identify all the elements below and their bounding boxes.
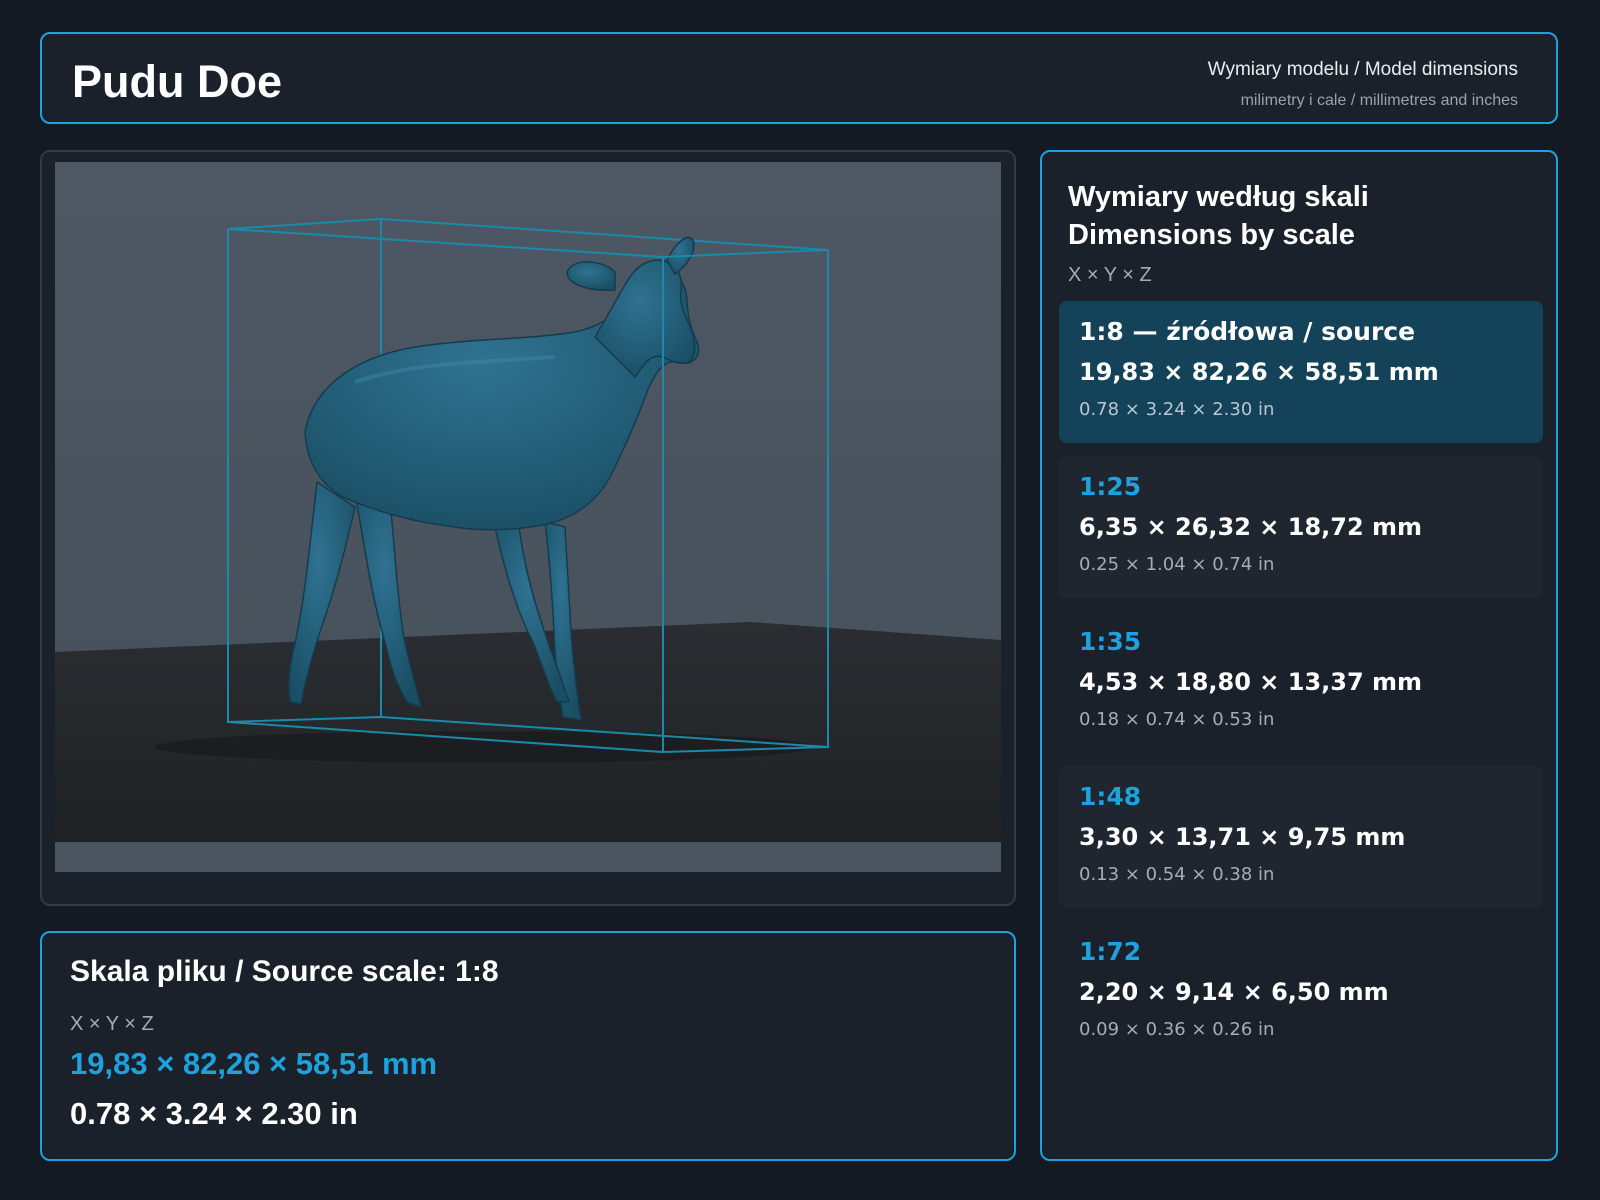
scale-mm: 2,20 × 9,14 × 6,50 mm bbox=[1079, 978, 1389, 1006]
scale-inch: 0.13 × 0.54 × 0.38 in bbox=[1079, 864, 1275, 885]
scale-card-1-72[interactable]: 1:72 2,20 × 9,14 × 6,50 mm 0.09 × 0.36 ×… bbox=[1059, 921, 1543, 1063]
model-shadow bbox=[155, 731, 815, 763]
source-mm-dimensions: 19,83 × 82,26 × 58,51 mm bbox=[70, 1046, 438, 1081]
model-render bbox=[55, 162, 1001, 872]
scale-inch: 0.25 × 1.04 × 0.74 in bbox=[1079, 554, 1275, 575]
scale-card-1-8[interactable]: 1:8 — źródłowa / source 19,83 × 82,26 × … bbox=[1059, 301, 1543, 443]
scale-ratio: 1:25 bbox=[1079, 472, 1142, 501]
scale-mm: 6,35 × 26,32 × 18,72 mm bbox=[1079, 513, 1423, 541]
source-axes-label: X × Y × Z bbox=[70, 1013, 154, 1035]
scale-ratio: 1:72 bbox=[1079, 937, 1142, 966]
model-viewer bbox=[40, 150, 1016, 906]
scales-title-pl: Wymiary według skali bbox=[1068, 181, 1369, 213]
scale-ratio: 1:8 — źródłowa / source bbox=[1079, 317, 1416, 346]
scale-card-1-48[interactable]: 1:48 3,30 × 13,71 × 9,75 mm 0.13 × 0.54 … bbox=[1059, 766, 1543, 908]
source-scale-title: Skala pliku / Source scale: 1:8 bbox=[70, 955, 499, 988]
scale-mm: 4,53 × 18,80 × 13,37 mm bbox=[1079, 668, 1423, 696]
scales-panel: Wymiary według skali Dimensions by scale… bbox=[1040, 150, 1558, 1161]
scales-axes-label: X × Y × Z bbox=[1068, 264, 1152, 286]
page-title: Pudu Doe bbox=[72, 56, 282, 107]
header-units: milimetry i cale / millimetres and inche… bbox=[1240, 92, 1518, 109]
scales-panel-title: Wymiary według skali Dimensions by scale bbox=[1068, 178, 1369, 254]
viewport-bottom-strip bbox=[55, 842, 1001, 872]
scale-inch: 0.78 × 3.24 × 2.30 in bbox=[1079, 399, 1275, 420]
scale-inch: 0.18 × 0.74 × 0.53 in bbox=[1079, 709, 1275, 730]
header-bar: Pudu Doe Wymiary modelu / Model dimensio… bbox=[40, 32, 1558, 124]
scale-ratio: 1:35 bbox=[1079, 627, 1142, 656]
scale-ratio: 1:48 bbox=[1079, 782, 1142, 811]
scale-inch: 0.09 × 0.36 × 0.26 in bbox=[1079, 1019, 1275, 1040]
scale-mm: 19,83 × 82,26 × 58,51 mm bbox=[1079, 358, 1439, 386]
scales-title-en: Dimensions by scale bbox=[1068, 219, 1355, 251]
header-subtitle: Wymiary modelu / Model dimensions bbox=[1207, 59, 1518, 80]
scale-mm: 3,30 × 13,71 × 9,75 mm bbox=[1079, 823, 1406, 851]
scale-card-1-35[interactable]: 1:35 4,53 × 18,80 × 13,37 mm 0.18 × 0.74… bbox=[1059, 611, 1543, 753]
model-viewport[interactable] bbox=[55, 162, 1001, 872]
scale-card-1-25[interactable]: 1:25 6,35 × 26,32 × 18,72 mm 0.25 × 1.04… bbox=[1059, 456, 1543, 598]
source-scale-panel: Skala pliku / Source scale: 1:8 X × Y × … bbox=[40, 931, 1016, 1161]
source-inch-dimensions: 0.78 × 3.24 × 2.30 in bbox=[70, 1096, 358, 1131]
